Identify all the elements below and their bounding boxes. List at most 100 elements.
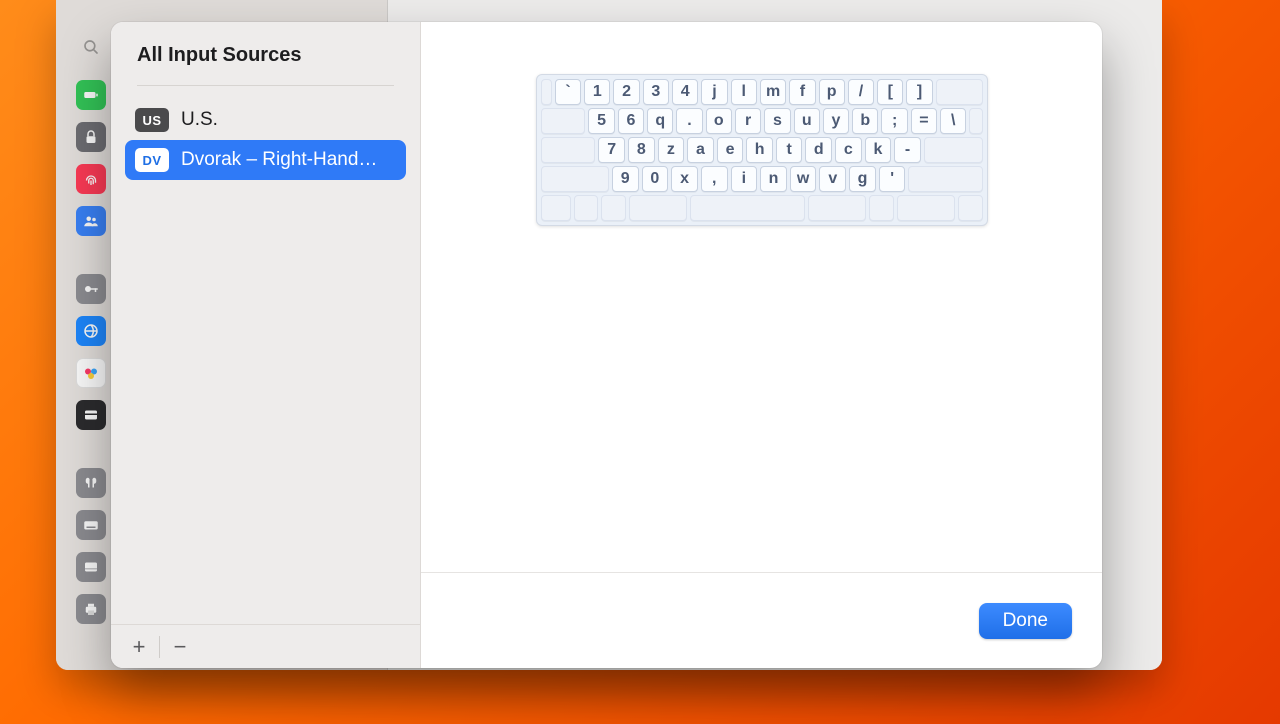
key: q (647, 108, 673, 134)
sidebar-users-icon (76, 206, 106, 236)
key: k (865, 137, 892, 163)
key: v (819, 166, 846, 192)
key-blank (629, 195, 687, 221)
input-source-item[interactable]: DV Dvorak – Right-Hand… (125, 140, 406, 180)
input-source-label: U.S. (181, 109, 218, 131)
key: [ (877, 79, 903, 105)
key: 4 (672, 79, 698, 105)
input-source-label: Dvorak – Right-Hand… (181, 149, 377, 171)
key: p (819, 79, 845, 105)
key-blank (601, 195, 626, 221)
sidebar-passwords-icon (76, 274, 106, 304)
sidebar-battery-icon (76, 80, 106, 110)
key-blank (541, 166, 609, 192)
keyboard-row: 78zaehtdck- (541, 137, 983, 163)
key: f (789, 79, 815, 105)
key-blank (924, 137, 983, 163)
sidebar-touch-id-icon (76, 164, 106, 194)
key-blank (869, 195, 894, 221)
sheet-title: All Input Sources (111, 22, 420, 67)
key: 8 (628, 137, 655, 163)
key-blank (808, 195, 866, 221)
search-icon (70, 30, 112, 64)
key: 5 (588, 108, 614, 134)
key-blank (969, 108, 982, 134)
key: ` (555, 79, 581, 105)
remove-source-button[interactable]: − (160, 629, 200, 665)
key-blank (690, 195, 805, 221)
key: h (746, 137, 773, 163)
sidebar-wallet-icon (76, 400, 106, 430)
key: l (731, 79, 757, 105)
input-sources-sidebar: All Input Sources US U.S. DV Dvorak – Right… (111, 22, 421, 668)
add-source-button[interactable]: + (119, 629, 159, 665)
key: m (760, 79, 786, 105)
key: 0 (642, 166, 669, 192)
key-blank (541, 137, 596, 163)
key: 6 (618, 108, 644, 134)
key: 7 (598, 137, 625, 163)
keyboard-row: 90x,inwvg' (541, 166, 983, 192)
sidebar-trackpad-icon (76, 552, 106, 582)
key-blank (541, 79, 552, 105)
sidebar-footer: + − (111, 624, 420, 668)
input-source-badge: US (135, 108, 169, 132)
key: = (911, 108, 937, 134)
key: j (701, 79, 727, 105)
sidebar-lock-icon (76, 122, 106, 152)
key: o (706, 108, 732, 134)
key: s (764, 108, 790, 134)
keyboard-row (541, 195, 983, 221)
input-sources-list: US U.S. DV Dvorak – Right-Hand… (111, 100, 420, 180)
key: . (676, 108, 702, 134)
key: x (671, 166, 698, 192)
input-source-badge: DV (135, 148, 169, 172)
key: n (760, 166, 787, 192)
input-source-item[interactable]: US U.S. (125, 100, 406, 140)
key: i (731, 166, 758, 192)
key: 1 (584, 79, 610, 105)
key-blank (574, 195, 599, 221)
key: b (852, 108, 878, 134)
key: / (848, 79, 874, 105)
key-blank (936, 79, 983, 105)
sidebar-internet-accounts-icon (76, 316, 106, 346)
key: 9 (612, 166, 639, 192)
key-blank (908, 166, 982, 192)
key-blank (958, 195, 983, 221)
key: ' (879, 166, 906, 192)
key: u (794, 108, 820, 134)
sidebar-airpods-icon (76, 468, 106, 498)
key: ; (881, 108, 907, 134)
key: t (776, 137, 803, 163)
key: \ (940, 108, 966, 134)
sidebar-keyboard-icon (76, 510, 106, 540)
sheet-footer: Done (421, 572, 1102, 668)
key: y (823, 108, 849, 134)
key: ] (906, 79, 932, 105)
key: g (849, 166, 876, 192)
keyboard-row: `1234jlmfp/[] (541, 79, 983, 105)
sidebar-printers-icon (76, 594, 106, 624)
key: 3 (643, 79, 669, 105)
key: w (790, 166, 817, 192)
keyboard-preview: `1234jlmfp/[] 56q.orsuyb;=\ 78zaehtdck- 90x… (536, 74, 988, 226)
key: - (894, 137, 921, 163)
key-blank (541, 108, 586, 134)
key: , (701, 166, 728, 192)
key: r (735, 108, 761, 134)
done-button[interactable]: Done (979, 603, 1072, 639)
key-blank (897, 195, 955, 221)
input-sources-sheet: All Input Sources US U.S. DV Dvorak – Right… (111, 22, 1102, 668)
keyboard-row: 56q.orsuyb;=\ (541, 108, 983, 134)
key: 2 (613, 79, 639, 105)
sheet-main: `1234jlmfp/[] 56q.orsuyb;=\ 78zaehtdck- 90x… (421, 22, 1102, 668)
divider (137, 85, 394, 86)
sidebar-game-center-icon (76, 358, 106, 388)
key: e (717, 137, 744, 163)
key: d (805, 137, 832, 163)
key: a (687, 137, 714, 163)
key-blank (541, 195, 571, 221)
key: z (658, 137, 685, 163)
key: c (835, 137, 862, 163)
